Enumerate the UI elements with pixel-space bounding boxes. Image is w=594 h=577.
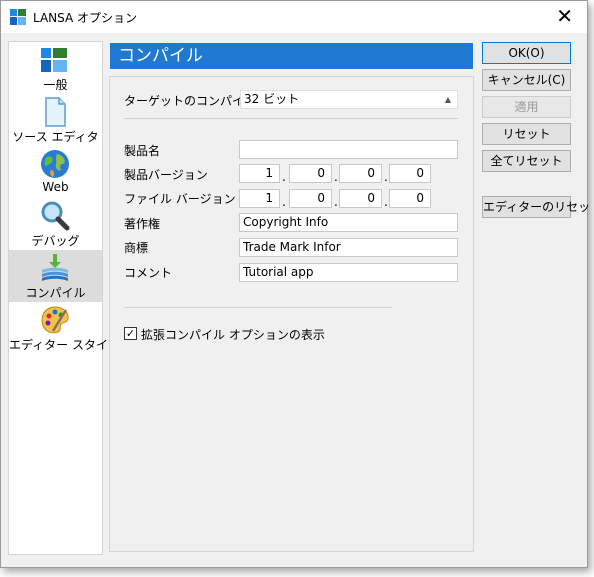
trademark-label: 商標 [124,241,149,255]
reset-editor-button[interactable]: エディターのリセット [482,196,594,218]
file-version-label: ファイル バージョン [124,192,236,206]
nav-item-compile[interactable]: コンパイル [9,250,102,302]
nav-item-web[interactable]: Web [9,146,102,198]
product-version-major[interactable]: 1 [239,164,280,183]
file-version-minor[interactable]: 0 [289,189,332,208]
target-compile-label: ターゲットのコンパイル [124,94,257,108]
globe-icon [41,150,69,178]
file-version-build[interactable]: 0 [339,189,382,208]
lansa-app-icon [10,9,26,25]
product-version-revision[interactable]: 0 [389,164,431,183]
product-name-field[interactable] [239,140,458,159]
show-extended-options-checkbox[interactable]: ✓ [124,327,137,340]
nav-item-debug[interactable]: デバッグ [9,198,102,250]
nav-label: ソース エディタ [12,130,99,144]
copyright-field[interactable]: Copyright Info [239,213,458,232]
reset-all-button[interactable]: 全てリセット [482,150,571,172]
window-title: LANSA オプション [33,11,138,25]
nav-item-source-editor[interactable]: ソース エディタ [9,94,102,146]
divider [124,118,458,119]
compile-layers-icon [42,254,68,281]
nav-label: 一般 [43,78,68,92]
copyright-label: 著作権 [124,217,161,231]
target-compile-value: 32 ビット [244,92,300,106]
nav-label: コンパイル [25,286,86,300]
ok-button[interactable]: OK(O) [482,42,571,64]
chevron-down-icon: ▲ [444,95,451,104]
comment-field[interactable]: Tutorial app [239,263,458,282]
cancel-button[interactable]: キャンセル(C) [482,69,571,91]
apply-button[interactable]: 適用 [482,96,571,118]
title-bar: LANSA オプション ✕ [1,1,587,33]
palette-icon [41,306,69,334]
options-category-list: 一般 ソース エディタ Web デバッグ コンパイル エディター スタイル [8,41,120,555]
reset-button[interactable]: リセット [482,123,571,145]
nav-label: デバッグ [31,234,80,248]
comment-label: コメント [124,266,173,280]
nav-label: エディター スタイル [9,338,120,352]
magnifier-icon [41,201,70,231]
file-version-major[interactable]: 1 [239,189,280,208]
nav-item-general[interactable]: 一般 [9,42,102,94]
show-extended-options-label: 拡張コンパイル オプションの表示 [141,328,325,342]
product-version-minor[interactable]: 0 [289,164,332,183]
nav-label: Web [42,180,69,194]
divider [124,307,392,308]
panel-title: コンパイル [110,43,473,69]
file-version-revision[interactable]: 0 [389,189,431,208]
document-icon [45,97,66,127]
target-compile-select[interactable]: 32 ビット ▲ [240,90,458,109]
product-version-label: 製品バージョン [124,168,208,182]
product-version-build[interactable]: 0 [339,164,382,183]
close-icon[interactable]: ✕ [556,4,573,28]
nav-item-editor-style[interactable]: エディター スタイル [9,302,120,354]
trademark-field[interactable]: Trade Mark Infor [239,238,458,257]
product-name-label: 製品名 [124,144,161,158]
general-tiles-icon [41,48,67,72]
